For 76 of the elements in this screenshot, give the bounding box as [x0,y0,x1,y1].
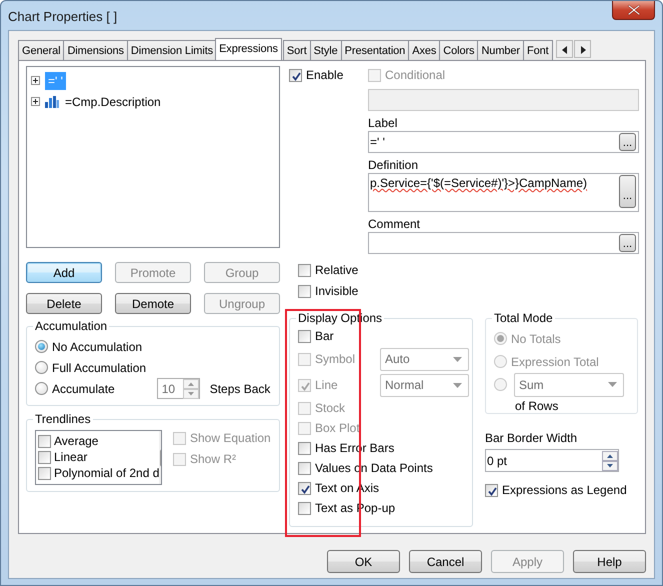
checkbox[interactable] [298,502,311,514]
field-label: Definition [368,157,420,173]
checkbox[interactable] [298,330,311,342]
tab[interactable]: General [18,40,64,60]
dialog-button[interactable]: Cancel [409,550,482,573]
radio-label: Accumulate [52,382,115,396]
checkbox-label: Show R² [190,452,236,466]
steps-field[interactable]: 10 [156,378,200,399]
checkbox[interactable] [298,284,311,298]
tab[interactable]: Expressions [215,38,282,60]
tab[interactable]: Axes [408,40,440,60]
window-title: Chart Properties [ ] [8,9,118,24]
tab[interactable]: Colors [439,40,478,60]
checkbox-label: Average [54,434,98,448]
checkbox[interactable] [298,462,311,474]
expand-icon[interactable] [31,97,40,106]
radio-label: No Accumulation [52,340,142,354]
checkbox-label: Linear [54,450,88,464]
tab[interactable]: Dimensions [63,40,128,60]
group-title: Total Mode [493,311,554,325]
checkbox[interactable] [38,434,51,448]
checkbox[interactable] [298,442,311,454]
bar-chart-icon [45,96,59,108]
caret-icon [608,382,617,387]
scroll-right-icon[interactable] [574,40,591,58]
checkbox-label: Box Plot [315,421,360,435]
expression-item[interactable]: =Cmp.Description [62,92,164,110]
field-label: of Rows [515,399,560,413]
checkbox-label: Symbol [315,352,356,366]
close-button[interactable] [612,1,655,20]
tab[interactable]: Style [310,40,342,60]
checkbox-label: Enable [306,68,344,82]
checkbox-label: Line [315,378,338,392]
radio-label: Expression Total [511,354,599,368]
action-button[interactable]: Add [26,262,102,283]
radio-label: Full Accumulation [52,360,146,374]
radio-button[interactable] [35,361,48,374]
checkbox-label: Bar [315,329,334,343]
checkbox-label: Relative [315,263,358,277]
checkbox-label: Invisible [315,284,358,298]
action-button[interactable]: Demote [115,293,191,314]
checkbox[interactable] [298,264,311,276]
close-icon [628,5,640,15]
spinner-icon[interactable] [602,450,618,470]
expand-icon[interactable] [31,76,40,85]
checkbox[interactable] [298,482,311,494]
checkbox-label: Show Equation [190,431,271,445]
caret-icon [453,382,462,388]
radio-button[interactable] [35,340,48,353]
checkbox-label: Polynomial of 2nd d [54,466,160,480]
checkbox-label: Stock [315,401,346,415]
checkbox-label: Conditional [385,68,446,82]
group-title: Trendlines [34,412,92,426]
checkbox-label: Expressions as Legend [502,483,627,497]
tab[interactable]: Sort [282,40,311,60]
tab[interactable]: Number [477,40,524,60]
field-label: Label [368,115,398,131]
tab[interactable]: Font [522,40,553,60]
checkbox[interactable] [38,466,51,480]
radio-label: No Totals [511,332,561,346]
border-width-field[interactable]: 0 pt [485,449,619,472]
radio-button[interactable] [35,382,48,395]
caret-icon [453,356,462,362]
field-label: Bar Border Width [485,430,578,446]
checkbox[interactable] [38,450,51,464]
checkbox[interactable] [289,68,302,82]
field-label: Comment [368,216,422,232]
field-label: Steps Back [210,382,270,396]
tab[interactable]: Presentation [340,40,410,60]
dialog-button[interactable]: OK [327,550,400,573]
tab[interactable]: Dimension Limits [126,40,218,60]
group-title: Accumulation [34,319,108,333]
checkbox[interactable] [485,484,498,496]
scroll-left-icon[interactable] [556,40,573,58]
action-button[interactable]: Delete [26,293,102,314]
dialog-button[interactable]: Help [573,550,646,573]
